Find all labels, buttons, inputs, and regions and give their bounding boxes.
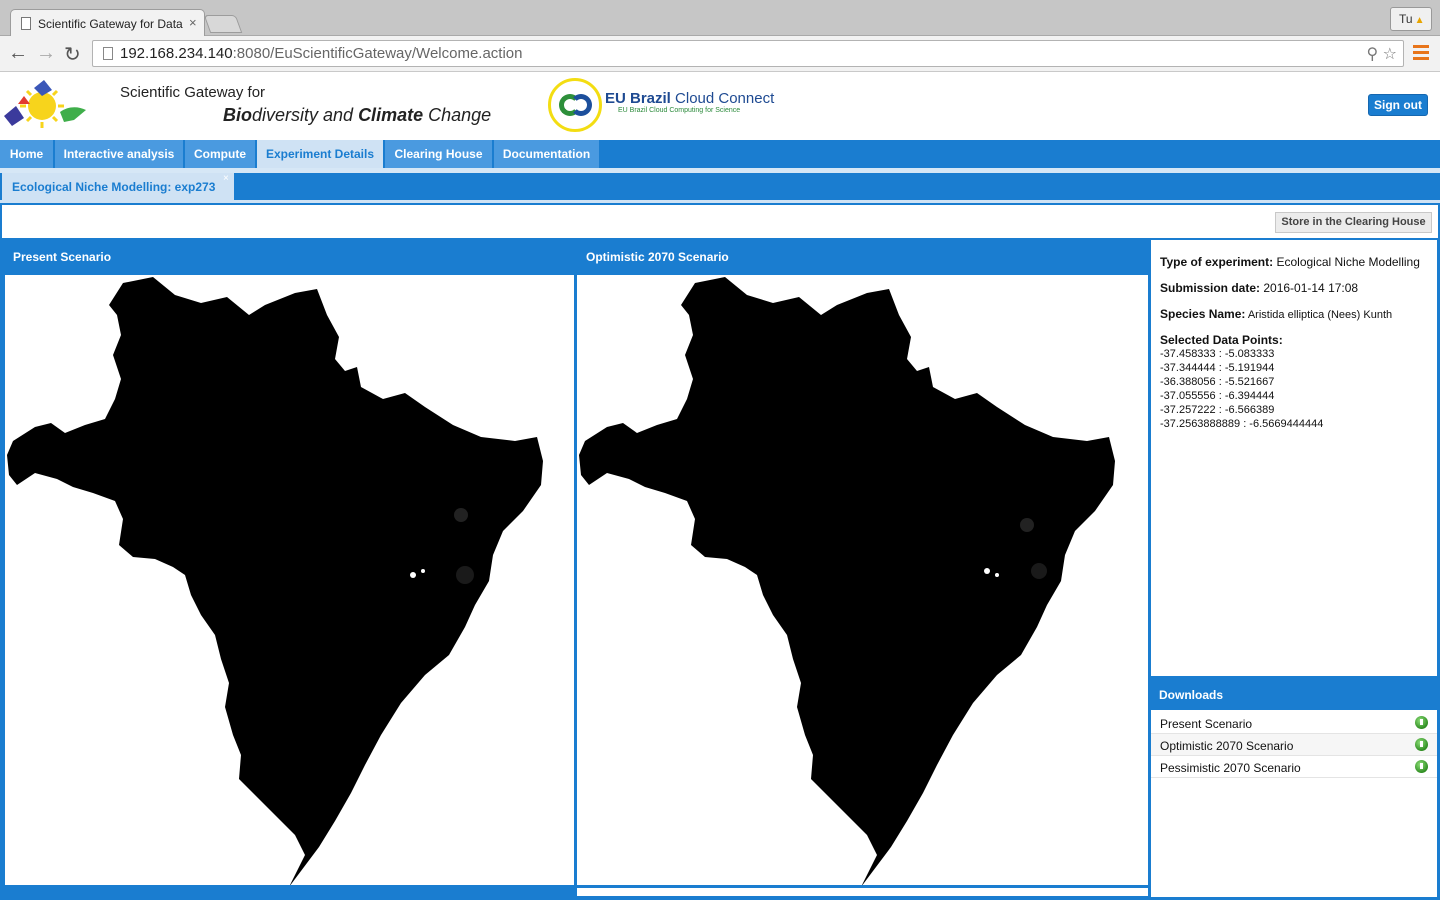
reload-icon[interactable]: ↻ [64,42,81,67]
address-bar[interactable]: 192.168.234.140:8080/EuScientificGateway… [92,40,1404,67]
present-scenario-title: Present Scenario [13,250,112,264]
experiment-tab-bar: Ecological Niche Modelling: exp273 [0,173,1440,200]
eu-brazil-logo-icon [548,78,602,132]
optimistic-scenario-map[interactable] [576,274,1149,886]
action-bar [2,205,1438,238]
data-point: -37.055556 : -6.394444 [1160,390,1275,402]
experiment-tab[interactable]: Ecological Niche Modelling: exp273 [2,173,234,200]
search-icon[interactable]: ⚲ [1366,46,1378,63]
nav-compute[interactable]: Compute [185,140,256,168]
browser-tab-title: Scientific Gateway for Data [38,17,183,31]
experiment-type: Type of experiment: Ecological Niche Mod… [1160,255,1420,269]
brazil-map-optimistic [579,277,1115,885]
app-header: Scientific Gateway for Biodiversity and … [0,72,1440,140]
download-label: Pessimistic 2070 Scenario [1160,761,1301,775]
experiment-info-panel: Type of experiment: Ecological Niche Mod… [1151,240,1437,676]
profile-initials: Tu [1399,12,1413,26]
pessimistic-scenario-strip [577,888,1148,896]
star-icon[interactable]: ☆ [1383,46,1397,63]
close-tab-icon[interactable]: × [223,173,229,184]
data-point: -37.458333 : -5.083333 [1160,348,1275,360]
back-icon[interactable]: ← [8,42,28,65]
gateway-logo-icon [4,80,86,128]
omnibox-icons: ⚲ ☆ [1366,44,1397,64]
data-point: -37.2563888889 : -6.5669444444 [1160,418,1324,430]
tab-close-icon[interactable]: × [189,15,197,30]
nav-interactive-analysis[interactable]: Interactive analysis [55,140,184,168]
data-point: -36.388056 : -5.521667 [1160,376,1275,388]
data-point: -37.257222 : -6.566389 [1160,404,1275,416]
profile-button[interactable]: Tu ▲ [1390,7,1432,31]
warning-icon: ▲ [1414,15,1425,26]
nav-documentation[interactable]: Documentation [494,140,600,168]
optimistic-scenario-title: Optimistic 2070 Scenario [586,250,729,264]
browser-tab[interactable]: Scientific Gateway for Data × [10,9,205,37]
eu-brazil-subtitle: EU Brazil Cloud Computing for Science [618,107,741,114]
present-scenario-map[interactable] [4,274,575,886]
store-clearing-house-button[interactable]: Store in the Clearing House [1275,212,1432,233]
menu-icon[interactable] [1413,45,1429,63]
nav-clearing-house[interactable]: Clearing House [385,140,493,168]
brazil-map-present [7,277,543,885]
download-icon[interactable] [1415,738,1428,751]
submission-date: Submission date: 2016-01-14 17:08 [1160,281,1359,295]
nav-home[interactable]: Home [0,140,54,168]
url-text: 192.168.234.140:8080/EuScientificGateway… [120,45,523,62]
download-icon[interactable] [1415,760,1428,773]
nav-experiment-details[interactable]: Experiment Details [257,140,384,168]
sign-out-button[interactable]: Sign out [1368,94,1428,116]
data-point: -37.344444 : -5.191944 [1160,362,1275,374]
download-label: Optimistic 2070 Scenario [1160,739,1294,753]
downloads-title: Downloads [1159,688,1224,702]
browser-toolbar: ← → ↻ 192.168.234.140:8080/EuScientificG… [0,36,1440,72]
download-label: Present Scenario [1160,717,1253,731]
gateway-title-line2: Biodiversity and Climate Change [223,105,492,125]
download-optimistic[interactable]: Optimistic 2070 Scenario [1151,734,1437,756]
download-pessimistic[interactable]: Pessimistic 2070 Scenario [1151,756,1437,778]
new-tab-button[interactable] [203,15,243,33]
browser-tab-strip: Scientific Gateway for Data × Tu ▲ [0,0,1440,37]
download-present[interactable]: Present Scenario [1151,712,1437,734]
downloads-panel: Present Scenario Optimistic 2070 Scenari… [1151,710,1437,897]
selected-points-label: Selected Data Points: [1160,333,1283,347]
main-nav: Home Interactive analysis Compute Experi… [0,140,1440,168]
gateway-title-line1: Scientific Gateway for [120,84,266,101]
species-name: Species Name: Aristida elliptica (Nees) … [1160,307,1393,321]
forward-icon[interactable]: → [36,42,56,65]
page-favicon-icon [21,17,31,30]
eu-brazil-name: EU Brazil Cloud Connect [605,90,775,107]
page-icon [103,47,113,60]
download-icon[interactable] [1415,716,1428,729]
